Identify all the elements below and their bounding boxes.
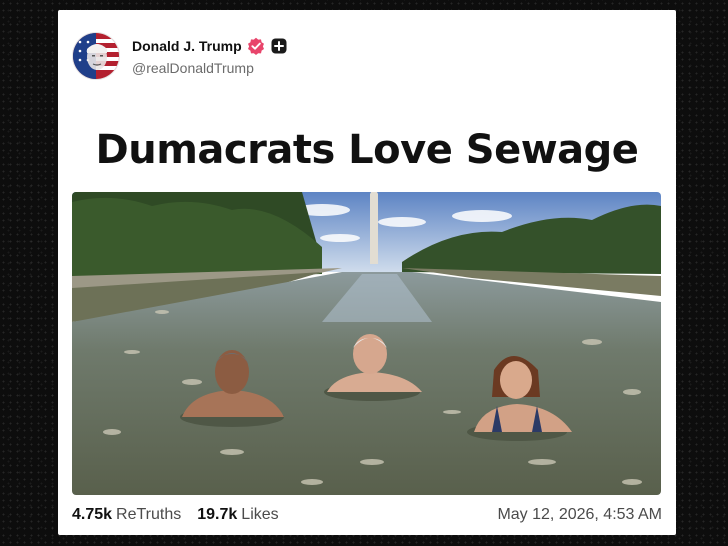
likes-stat[interactable]: 19.7k Likes [197, 506, 278, 524]
verified-badge-icon [247, 37, 265, 55]
post-stats: 4.75k ReTruths 19.7k Likes May 12, 2026, 4… [72, 506, 662, 524]
likes-count: 19.7k [197, 506, 238, 523]
retruths-stat[interactable]: 4.75k ReTruths [72, 506, 181, 524]
avatar[interactable] [72, 32, 120, 80]
post-timestamp[interactable]: May 12, 2026, 4:53 AM [497, 506, 662, 524]
retruths-count: 4.75k [72, 506, 113, 523]
likes-label: Likes [241, 506, 279, 523]
display-name[interactable]: Donald J. Trump [132, 38, 242, 54]
post-header: Donald J. Trump @realDonaldTrump [72, 32, 288, 80]
post-card: Donald J. Trump @realDonaldTrump Dumacra… [58, 10, 676, 535]
retruths-label: ReTruths [116, 506, 182, 523]
plus-square-icon[interactable] [270, 37, 288, 55]
post-headline: Dumacrats Love Sewage [95, 127, 639, 173]
user-handle[interactable]: @realDonaldTrump [132, 60, 288, 76]
post-image[interactable] [72, 192, 661, 495]
